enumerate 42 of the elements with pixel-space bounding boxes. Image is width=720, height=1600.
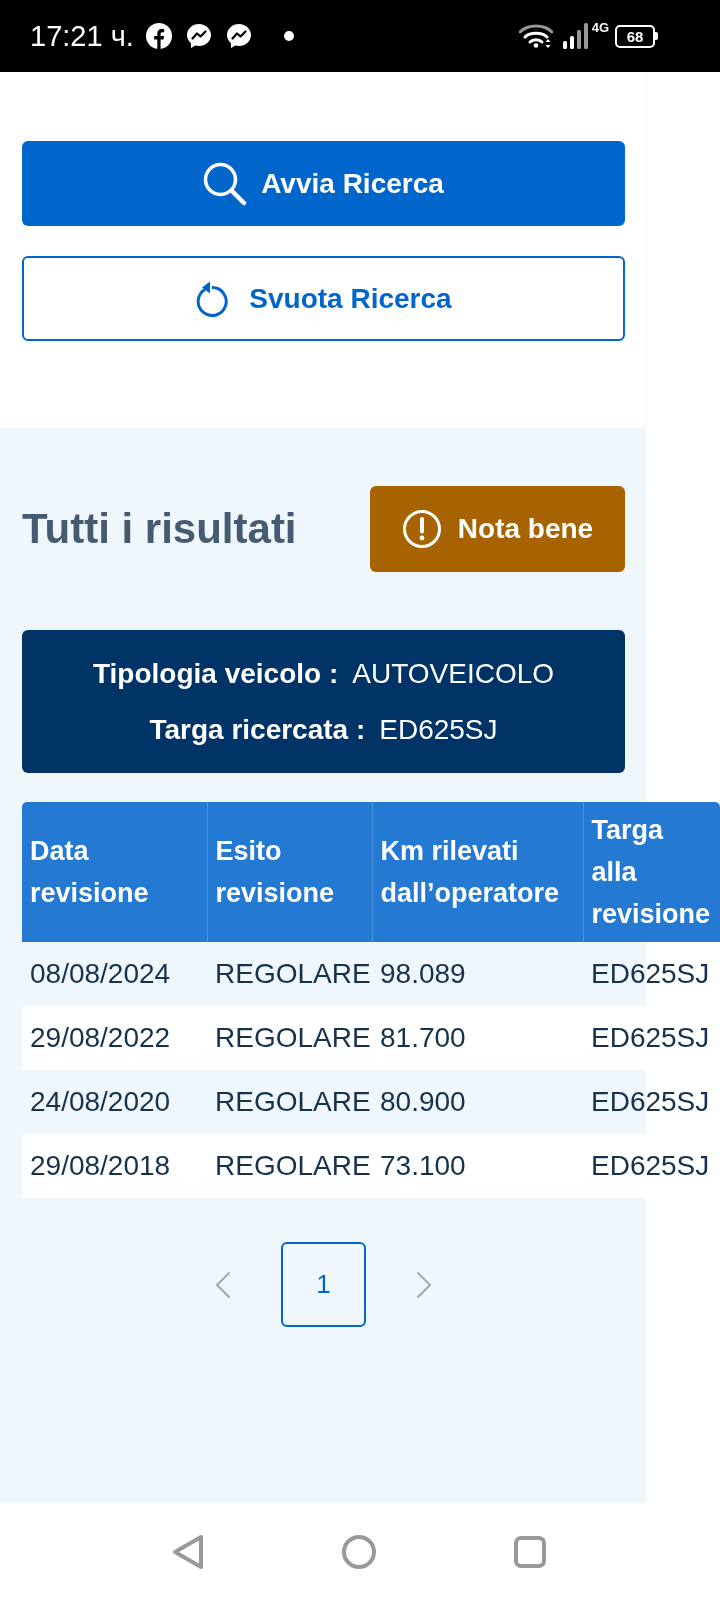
table-cell: REGOLARE bbox=[207, 942, 372, 1006]
chat-bubble-icon bbox=[185, 23, 212, 49]
battery-indicator: 68 bbox=[615, 24, 658, 48]
table-cell: 80.900 bbox=[372, 1070, 583, 1134]
page-button[interactable]: 1 bbox=[281, 1242, 366, 1327]
column-header: Km rilevati dall’operatore bbox=[372, 802, 583, 942]
table-cell: 73.100 bbox=[372, 1134, 583, 1198]
summary-value: AUTOVEICOLO bbox=[352, 656, 555, 691]
table-cell: REGOLARE bbox=[207, 1134, 372, 1198]
signal-icon bbox=[562, 23, 591, 49]
wifi-icon bbox=[518, 24, 553, 48]
recent-apps-icon[interactable] bbox=[514, 1535, 546, 1568]
status-time: 17:21 ч. bbox=[30, 19, 134, 53]
table-cell: 29/08/2018 bbox=[22, 1134, 207, 1198]
reset-button[interactable]: Svuota Ricerca bbox=[22, 256, 625, 341]
dot-icon bbox=[283, 31, 294, 41]
table-cell: 98.089 bbox=[372, 942, 583, 1006]
summary-label: Tipologia veicolo : bbox=[92, 656, 339, 691]
table-cell: REGOLARE bbox=[207, 1070, 372, 1134]
notice-button[interactable]: Nota bene bbox=[370, 486, 625, 572]
exclamation-icon bbox=[401, 509, 442, 549]
table-cell: ED625SJ bbox=[583, 942, 720, 1006]
summary-label: Targa ricercata : bbox=[149, 712, 366, 747]
chat-bubble-icon bbox=[225, 23, 252, 49]
logo-icon bbox=[145, 23, 172, 49]
back-icon[interactable] bbox=[172, 1533, 204, 1570]
table-cell: 29/08/2022 bbox=[22, 1006, 207, 1070]
table-cell: REGOLARE bbox=[207, 1006, 372, 1070]
column-header: Esito revisione bbox=[207, 802, 372, 942]
table-cell: 24/08/2020 bbox=[22, 1070, 207, 1134]
column-header: Targa alla revisione bbox=[583, 802, 720, 942]
table-cell: 08/08/2024 bbox=[22, 942, 207, 1006]
section-title: Tutti i risultati bbox=[22, 505, 297, 553]
search-icon bbox=[203, 161, 248, 206]
table-cell: ED625SJ bbox=[583, 1070, 720, 1134]
table-cell: 81.700 bbox=[372, 1006, 583, 1070]
network-type: 4G bbox=[591, 20, 609, 35]
summary-value: ED625SJ bbox=[379, 712, 498, 747]
home-icon[interactable] bbox=[341, 1533, 377, 1570]
search-button[interactable]: Avvia Ricerca bbox=[22, 141, 625, 226]
rotate-icon bbox=[195, 280, 230, 317]
column-header: Data revisione bbox=[22, 802, 207, 942]
